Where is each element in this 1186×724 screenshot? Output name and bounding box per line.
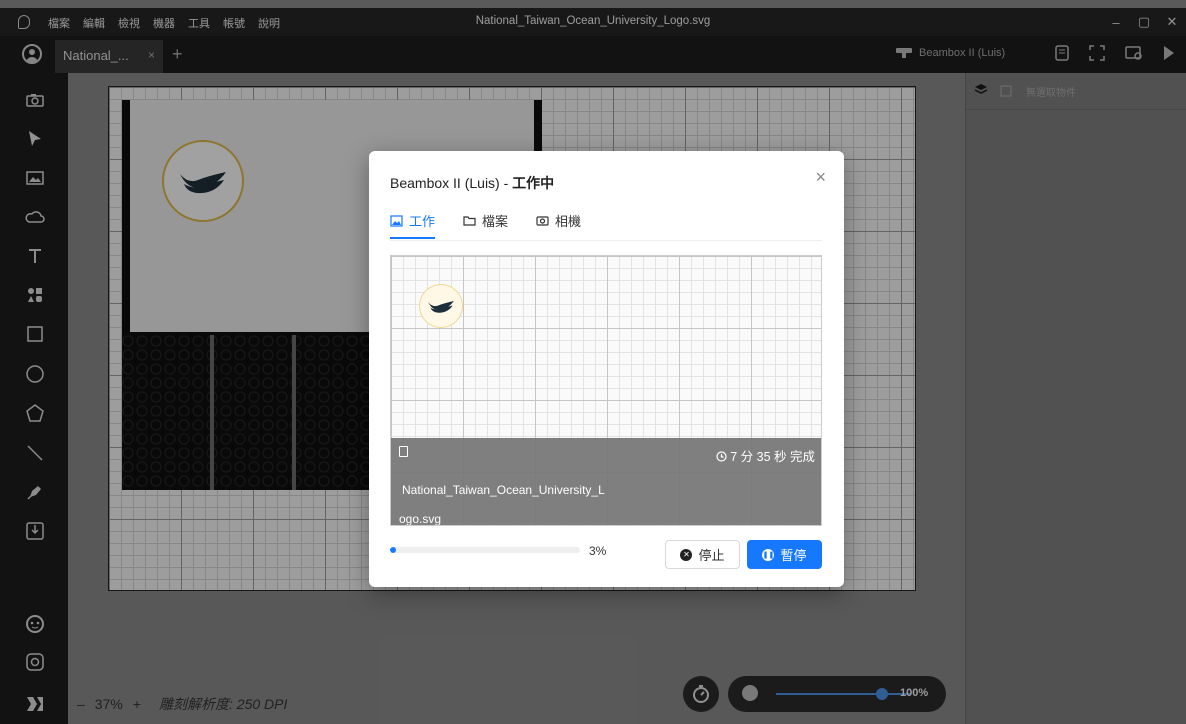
dialog-title-machine: Beambox II (Luis) -	[390, 175, 513, 191]
job-file-name-line2: ogo.svg	[399, 512, 442, 526]
tab-task-label: 工作	[409, 214, 436, 229]
file-icon	[399, 446, 408, 457]
folder-icon	[463, 216, 476, 226]
job-progress-text: 3%	[589, 544, 607, 558]
tab-files-label: 檔案	[482, 214, 509, 229]
job-file-name-line1: National_Taiwan_Ocean_University_L	[402, 483, 605, 497]
tab-camera-label: 相機	[555, 214, 582, 229]
job-file-name: National_Taiwan_Ocean_University_L ogo.s…	[399, 476, 619, 526]
tabs-divider	[390, 240, 822, 241]
job-progress-fill	[390, 547, 396, 553]
image-icon	[390, 214, 403, 227]
stop-button[interactable]: ✕ 停止	[665, 540, 740, 569]
tab-task[interactable]: 工作	[390, 211, 436, 239]
job-progress-bar	[390, 547, 580, 553]
time-remaining: 7 分 35 秒 完成	[716, 446, 815, 465]
dialog-title-status: 工作中	[512, 175, 555, 191]
dialog-tabs: 工作 檔案 相機	[390, 211, 581, 239]
tab-files[interactable]: 檔案	[463, 211, 508, 239]
clock-icon	[716, 451, 727, 462]
job-info-bar: 7 分 35 秒 完成 National_Taiwan_Ocean_Univer…	[391, 438, 821, 526]
pause-icon: ❚❚	[762, 548, 775, 561]
stop-icon: ✕	[680, 548, 693, 561]
tab-camera[interactable]: 相機	[536, 211, 581, 239]
job-preview: 7 分 35 秒 完成 National_Taiwan_Ocean_Univer…	[390, 255, 822, 526]
app-window: 檔案 編輯 檢視 機器 工具 帳號 說明 National_Taiwan_Oce…	[0, 0, 1186, 724]
dialog-title: Beambox II (Luis) - 工作中	[390, 173, 554, 193]
preview-logo	[419, 284, 463, 328]
camera-icon	[536, 216, 549, 226]
dialog-close-button[interactable]: ×	[815, 167, 826, 188]
pause-button-label: 暫停	[780, 548, 807, 563]
time-remaining-text: 7 分 35 秒 完成	[730, 450, 815, 464]
job-status-dialog: Beambox II (Luis) - 工作中 × 工作 檔案 相機 7 分 3…	[369, 151, 844, 587]
pause-button[interactable]: ❚❚ 暫停	[747, 540, 822, 569]
stop-button-label: 停止	[698, 548, 725, 563]
